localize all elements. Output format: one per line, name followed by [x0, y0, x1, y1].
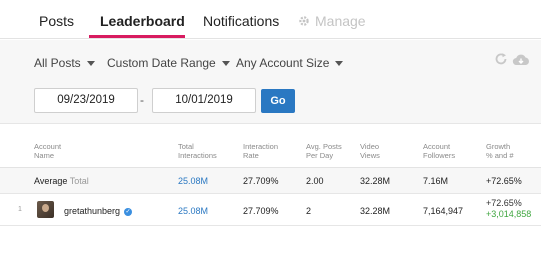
avatar[interactable]	[37, 201, 54, 218]
row-followers: 7,164,947	[423, 206, 464, 216]
row-video-views: 32.28M	[360, 206, 391, 216]
average-posts-per-day: 2.00	[306, 176, 324, 186]
row-growth-num: +3,014,858	[486, 209, 532, 219]
verified-icon: ✓	[124, 207, 133, 216]
caret-down-icon	[86, 61, 95, 66]
refresh-icon[interactable]	[494, 52, 508, 71]
tab-notifications[interactable]: Notifications	[203, 13, 279, 29]
end-date-input[interactable]: 10/01/2019	[152, 88, 256, 113]
row-rank: 1	[18, 206, 22, 213]
average-sublabel: Total	[69, 176, 89, 186]
row-growth-pct: +72.65%	[486, 198, 522, 208]
tab-posts[interactable]: Posts	[39, 13, 74, 29]
row-interactions[interactable]: 25.08M	[178, 206, 208, 216]
date-range-dropdown[interactable]: Custom Date Range	[107, 56, 230, 70]
average-followers: 7.16M	[423, 176, 449, 186]
active-tab-indicator	[89, 35, 185, 38]
account-size-dropdown[interactable]: Any Account Size	[236, 56, 344, 70]
tab-manage-label: Manage	[315, 13, 366, 29]
table-row[interactable]: 1 gretathunberg ✓ 25.08M 27.709% 2 32.28M…	[0, 194, 541, 226]
posts-filter-dropdown[interactable]: All Posts	[34, 56, 95, 70]
header-interaction-rate[interactable]: Interaction Rate	[243, 142, 278, 160]
cloud-download-icon[interactable]	[512, 53, 530, 72]
row-rate: 27.709%	[243, 206, 279, 216]
average-growth: +72.65%	[486, 176, 522, 186]
start-date-input[interactable]: 09/23/2019	[34, 88, 138, 113]
filter-panel: All Posts Custom Date Range Any Account …	[0, 40, 541, 124]
average-rate: 27.709%	[243, 176, 279, 186]
header-total-interactions[interactable]: Total Interactions	[178, 142, 217, 160]
account-size-label: Any Account Size	[236, 56, 330, 70]
average-video-views: 32.28M	[360, 176, 391, 186]
caret-down-icon	[221, 61, 230, 66]
header-growth[interactable]: Growth% and #	[486, 142, 514, 160]
row-growth: +72.65% +3,014,858	[486, 198, 531, 220]
table-header: Account Name Total Interactions Interactio…	[0, 124, 541, 168]
header-avg-posts[interactable]: Avg. Posts Per Day	[306, 142, 342, 160]
header-account-followers[interactable]: Account Followers	[423, 142, 455, 160]
header-video-views[interactable]: Video Views	[360, 142, 380, 160]
average-interactions: 25.08M	[178, 176, 209, 186]
average-row: Average Total 25.08M 27.709% 2.00 32.28M…	[0, 168, 541, 194]
tab-leaderboard[interactable]: Leaderboard	[100, 13, 185, 29]
date-range-label: Custom Date Range	[107, 56, 216, 70]
tab-bar: Posts Leaderboard Notifications Manage	[0, 0, 541, 39]
posts-filter-label: All Posts	[34, 56, 81, 70]
go-button[interactable]: Go	[261, 89, 295, 113]
average-label: Average Total	[34, 176, 89, 186]
gear-icon	[298, 15, 310, 27]
caret-down-icon	[335, 61, 344, 66]
account-name[interactable]: gretathunberg ✓	[64, 206, 133, 216]
date-separator: -	[140, 93, 144, 107]
header-account-name[interactable]: Account Name	[34, 142, 61, 160]
tab-manage[interactable]: Manage	[298, 13, 366, 29]
row-posts-per-day: 2	[306, 206, 312, 216]
